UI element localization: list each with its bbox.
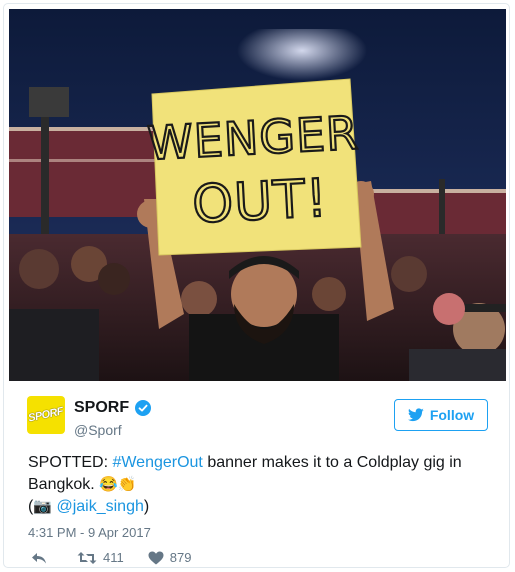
retweet-button[interactable]: 411	[77, 550, 124, 565]
like-button[interactable]: 879	[148, 550, 192, 565]
tweet-actions: 411 879	[31, 550, 215, 565]
tweet-text: SPOTTED: #WengerOut banner makes it to a…	[28, 452, 488, 518]
camera-icon: 📷	[33, 498, 53, 515]
follow-button[interactable]: Follow	[394, 399, 488, 431]
avatar-text: SPORF	[27, 405, 65, 425]
twitter-bird-icon	[407, 408, 424, 422]
hashtag-link[interactable]: #WengerOut	[112, 454, 202, 471]
account-name[interactable]: SPORF	[74, 399, 129, 417]
heart-icon	[148, 551, 164, 564]
sign-line-2: OUT!	[191, 169, 330, 236]
retweet-icon	[77, 551, 97, 564]
tweet-prefix: SPOTTED:	[28, 454, 113, 471]
retweet-count: 411	[103, 550, 124, 565]
clapping-hands-emoji: 👏	[117, 476, 137, 493]
sign-line-1: WENGER	[146, 106, 360, 171]
tweet-photo[interactable]: WENGER OUT!	[9, 9, 506, 381]
reply-button[interactable]	[31, 551, 53, 565]
credit-close: )	[143, 498, 150, 515]
follow-label: Follow	[429, 407, 475, 423]
like-count: 879	[169, 550, 192, 565]
account-handle[interactable]: @Sporf	[74, 422, 122, 438]
verified-badge-icon	[135, 400, 152, 416]
reply-icon	[32, 552, 46, 563]
credit-handle-link[interactable]: @jaik_singh	[56, 498, 143, 515]
tweet-card: WENGER OUT! SPORF SPORF @Sporf Follow SP…	[3, 3, 510, 568]
tears-of-joy-emoji: 😂	[99, 476, 118, 493]
avatar[interactable]: SPORF	[27, 396, 65, 434]
account-name-row[interactable]: SPORF	[74, 399, 152, 417]
tweet-timestamp[interactable]: 4:31 PM - 9 Apr 2017	[28, 525, 151, 540]
